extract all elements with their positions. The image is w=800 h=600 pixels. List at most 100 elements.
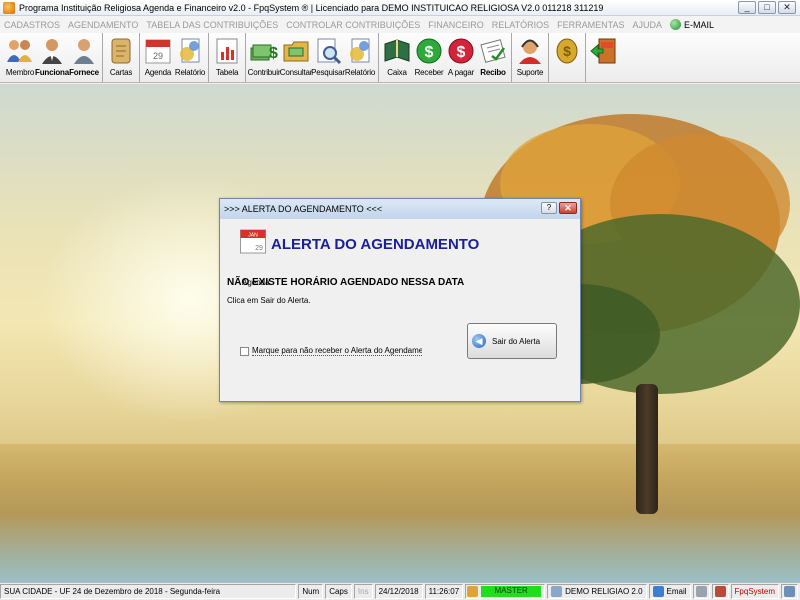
- people-icon: [5, 36, 35, 66]
- book-icon: [382, 36, 412, 66]
- status-user-cell: MASTER: [465, 584, 546, 599]
- toolbar-cartas-button[interactable]: Cartas: [105, 33, 137, 82]
- svg-text:29: 29: [153, 51, 163, 61]
- toolbar-label: Consultar: [279, 68, 313, 77]
- toolbar-label: Caixa: [387, 68, 407, 77]
- svg-text:$: $: [425, 44, 434, 61]
- status-help-button[interactable]: [781, 584, 798, 599]
- dialog-message: NÃO EXISTE HORÁRIO AGENDADO NESSA DATA: [227, 277, 465, 288]
- arrow-left-icon: ◀: [472, 334, 486, 348]
- dont-show-alert-label[interactable]: Marque para não receber o Alerta do Agen…: [252, 346, 422, 356]
- toolbar-group-cartas: Cartas: [105, 33, 140, 82]
- globe-icon: [669, 19, 681, 30]
- app-icon: [551, 586, 563, 597]
- toolbar-fornece-button[interactable]: Fornece: [68, 33, 100, 82]
- toolbar-relatorio-agenda-button[interactable]: Relatório: [174, 33, 206, 82]
- wallpaper-field: [0, 444, 800, 582]
- menu-controlar-contribuicoes[interactable]: CONTROLAR CONTRIBUIÇÕES: [286, 20, 420, 30]
- toolbar-label: Relatório: [344, 68, 376, 77]
- folder-money-icon: [281, 36, 311, 66]
- status-city-date: SUA CIDADE - UF 24 de Dezembro de 2018 -…: [0, 584, 297, 599]
- close-window-button[interactable]: ✕: [778, 1, 796, 14]
- dollar-green-icon: $: [414, 36, 444, 66]
- toolbar-label: Relatório: [174, 68, 206, 77]
- sair-do-alerta-label: Sair do Alerta: [492, 336, 541, 346]
- status-email-button[interactable]: Email: [648, 584, 691, 599]
- toolbar-group-contribuicoes: $ Contribuir Consultar Pesquisar Relatór…: [248, 33, 379, 82]
- toolbar-label: Tabela: [215, 68, 239, 77]
- toolbar-coins-button[interactable]: $: [551, 33, 583, 82]
- toolbar-label: Pesquisar: [311, 68, 345, 77]
- svg-text:$: $: [269, 45, 278, 62]
- dialog-heading: ALERTA DO AGENDAMENTO: [271, 236, 480, 253]
- menu-agendamento[interactable]: AGENDAMENTO: [68, 20, 138, 30]
- status-insert: Ins: [353, 584, 373, 599]
- toolbar-label: Recibo: [480, 68, 506, 77]
- toolbar-label: A pagar: [447, 68, 475, 77]
- receipt-icon: [478, 36, 508, 66]
- svg-text:$: $: [457, 44, 466, 61]
- menu-email-label: E-MAIL: [683, 19, 714, 30]
- toolbar-group-financeiro: Caixa $ Receber $ A pagar Recibo: [381, 33, 512, 82]
- svg-text:$: $: [563, 43, 571, 59]
- toolbar: Membro Funciona Fornece Cartas 29 Agenda…: [0, 33, 800, 83]
- toolbar-pesquisar-button[interactable]: Pesquisar: [311, 33, 345, 82]
- report-icon: [345, 36, 375, 66]
- toolbar-membro-button[interactable]: Membro: [4, 33, 36, 82]
- scroll-icon: [106, 36, 136, 66]
- money-stack-icon: $: [249, 36, 279, 66]
- status-version-cell: DEMO RELIGIAO 2.0: [547, 584, 647, 599]
- email-icon: [652, 586, 664, 597]
- agenda-alert-dialog: >>> ALERTA DO AGENDAMENTO <<< ? ✕ JAN 29…: [219, 198, 581, 402]
- menu-tabela-contribuicoes[interactable]: TABELA DAS CONTRIBUIÇÕES: [146, 20, 278, 30]
- title-bar: Programa Instituição Religiosa Agenda e …: [0, 0, 800, 16]
- toolbar-consultar-button[interactable]: Consultar: [280, 33, 312, 82]
- toolbar-recibo-button[interactable]: Recibo: [477, 33, 509, 82]
- app-logo-icon: [3, 1, 15, 14]
- menu-ferramentas[interactable]: FERRAMENTAS: [557, 20, 624, 30]
- window-title: Programa Instituição Religiosa Agenda e …: [19, 2, 604, 13]
- menu-email[interactable]: E-MAIL: [669, 19, 714, 30]
- employee-icon: [37, 36, 67, 66]
- sair-do-alerta-button[interactable]: ◀ Sair do Alerta: [467, 323, 557, 359]
- toolbar-label: Membro: [5, 68, 35, 77]
- app-window: Programa Instituição Religiosa Agenda e …: [0, 0, 800, 600]
- toolbar-relatorio-contrib-button[interactable]: Relatório: [344, 33, 376, 82]
- toolbar-suporte-button[interactable]: Suporte: [514, 33, 546, 82]
- coins-icon: $: [552, 36, 582, 66]
- svg-text:JAN: JAN: [248, 233, 258, 239]
- toolbar-agenda-button[interactable]: 29 Agenda: [142, 33, 174, 82]
- toolbar-exit-button[interactable]: [588, 33, 620, 82]
- status-time: 11:26:07: [424, 584, 464, 599]
- toolbar-contribuir-button[interactable]: $ Contribuir: [247, 33, 281, 82]
- toolbar-apagar-button[interactable]: $ A pagar: [445, 33, 477, 82]
- toolbar-group-cadastros: Membro Funciona Fornece: [4, 33, 103, 82]
- toolbar-tabela-button[interactable]: Tabela: [211, 33, 243, 82]
- status-settings-button[interactable]: [692, 584, 710, 599]
- menu-cadastros[interactable]: CADASTROS: [4, 20, 60, 30]
- menu-relatorios[interactable]: RELATÓRIOS: [492, 20, 549, 30]
- menu-ajuda[interactable]: AJUDA: [632, 20, 662, 30]
- toolbar-funciona-button[interactable]: Funciona: [35, 33, 69, 82]
- dont-show-alert-row: Marque para não receber o Alerta do Agen…: [240, 346, 422, 356]
- toolbar-label: Funciona: [35, 68, 69, 77]
- toolbar-group-suporte: Suporte: [514, 33, 549, 82]
- toolbar-caixa-button[interactable]: Caixa: [381, 33, 413, 82]
- dialog-close-button[interactable]: ✕: [559, 202, 577, 214]
- toolbar-group-agenda: 29 Agenda Relatório: [142, 33, 209, 82]
- minimize-button[interactable]: _: [738, 1, 756, 14]
- menu-financeiro[interactable]: FINANCEIRO: [428, 20, 484, 30]
- support-icon: [515, 36, 545, 66]
- maximize-button[interactable]: □: [758, 1, 776, 14]
- supplier-icon: [69, 36, 99, 66]
- status-calculator-button[interactable]: [711, 584, 729, 599]
- status-email-label: Email: [666, 587, 687, 596]
- dialog-help-button[interactable]: ?: [541, 202, 557, 214]
- dont-show-alert-checkbox[interactable]: [240, 346, 249, 356]
- dialog-title-bar: >>> ALERTA DO AGENDAMENTO <<< ? ✕: [220, 199, 580, 219]
- wallpaper-tree-trunk: [636, 384, 658, 514]
- report-icon: [175, 36, 205, 66]
- status-brand: FpqSystem: [730, 584, 779, 599]
- toolbar-receber-button[interactable]: $ Receber: [413, 33, 445, 82]
- toolbar-label: Contribuir: [247, 68, 281, 77]
